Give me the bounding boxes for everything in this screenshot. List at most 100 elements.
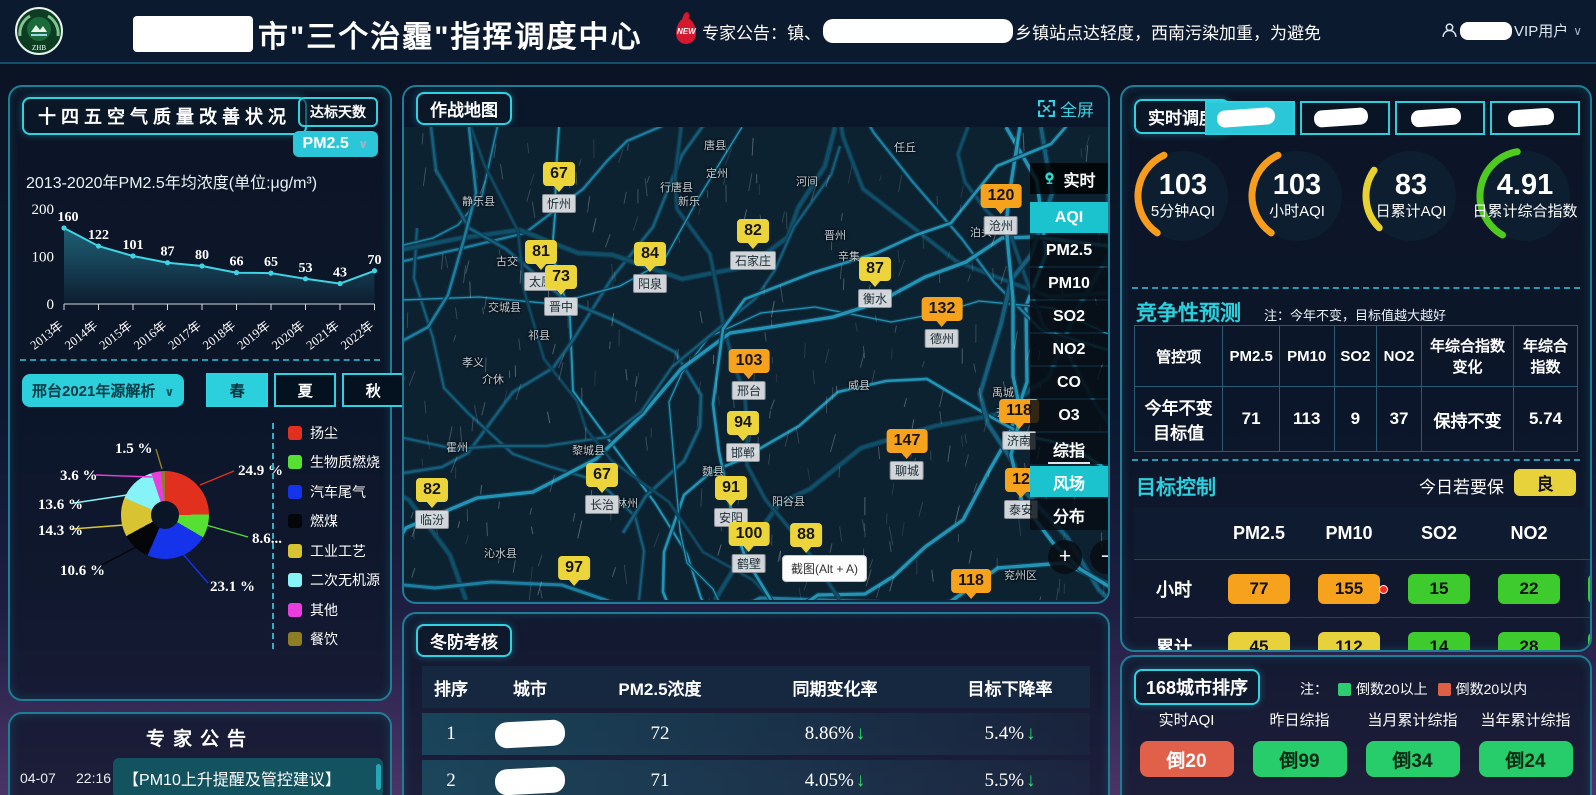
legend-label: 生物质燃烧	[310, 452, 380, 472]
city-name-label: 忻州	[542, 194, 576, 213]
map-place-label: 辛集	[838, 248, 860, 264]
legend-swatch-icon	[288, 573, 302, 587]
table-header-row: 管控项PM2.5PM10SO2NO2年综合指数变化年综合指数	[1135, 326, 1578, 387]
map-place-label: 阳谷县	[772, 493, 805, 509]
city-name-label: 石家庄	[730, 251, 776, 270]
legend-item: 扬尘	[288, 423, 380, 443]
table-row[interactable]: 1728.86%↓5.4%↓	[422, 713, 1090, 755]
zoom-in-button[interactable]: +	[1048, 540, 1082, 574]
city-marker[interactable]: 82石家庄	[730, 219, 776, 270]
svg-text:65: 65	[264, 255, 278, 270]
city-marker[interactable]: 67忻州	[542, 162, 576, 213]
map-menu-item[interactable]: SO2	[1030, 301, 1108, 332]
season-tab[interactable]: 春	[206, 373, 268, 407]
column-header: PM2.5浓度	[580, 675, 740, 700]
city-marker[interactable]: 147聊城	[887, 429, 928, 480]
dispatch-tab[interactable]	[1205, 101, 1295, 135]
announcement-text-2: 乡镇站点达轻度，西南污染加重，为避免	[1015, 19, 1321, 44]
svg-text:0: 0	[47, 297, 55, 313]
city-name-label: 聊城	[890, 461, 924, 480]
city-marker[interactable]: 118	[951, 569, 991, 599]
marker-pointer-icon	[936, 320, 948, 327]
marker-pointer-icon	[555, 288, 567, 295]
map-place-label: 河间	[796, 173, 818, 189]
map-menu-item[interactable]: PM2.5	[1030, 235, 1108, 266]
svg-text:2020年: 2020年	[269, 318, 307, 352]
legend-item: 二次无机源	[288, 570, 380, 590]
city-marker[interactable]: 97	[558, 556, 590, 586]
city-marker[interactable]: 132德州	[922, 297, 963, 348]
city-name-label: 邯郸	[726, 443, 760, 462]
pollutant-pill: 22	[1498, 574, 1560, 604]
dispatch-tab[interactable]	[1395, 101, 1485, 135]
scrollbar-thumb[interactable]	[376, 764, 381, 790]
map-menu-item[interactable]: 风场	[1030, 466, 1108, 497]
map-place-label: 唐县	[704, 137, 726, 153]
svg-text:66: 66	[230, 255, 244, 270]
city-marker[interactable]: 103邢台	[729, 349, 770, 400]
dispatch-tabs	[1200, 101, 1580, 135]
table-row[interactable]: 2714.05%↓5.5%↓	[422, 760, 1090, 795]
pollutant-select[interactable]: PM2.5 ∨	[293, 131, 378, 157]
map-menu-item[interactable]: 分布	[1030, 499, 1108, 530]
column-header: 目标下降率	[930, 675, 1090, 700]
target-control-table: PM2.5PM10SO2NO2CO小时7715515221.4累计4511214…	[1134, 507, 1592, 652]
aqi-badge: 100	[729, 522, 770, 546]
city-marker[interactable]: 87衡水	[858, 257, 892, 308]
divider	[1132, 287, 1580, 289]
grade-badge: 良	[1514, 469, 1576, 496]
standard-days-button[interactable]: 达标天数	[298, 97, 378, 127]
map-menu-item[interactable]: 实时	[1030, 163, 1108, 194]
map-place-label: 祁县	[528, 327, 550, 343]
new-drop-icon: NEW	[676, 18, 696, 44]
svg-text:101: 101	[123, 238, 144, 253]
map-menu-item[interactable]: NO2	[1030, 334, 1108, 365]
redaction	[1216, 107, 1275, 128]
dispatch-tab[interactable]	[1300, 101, 1390, 135]
city-marker[interactable]: 88	[790, 523, 822, 553]
legend-swatch-icon	[288, 544, 302, 558]
panel-title: 十四五空气质量改善状况	[22, 97, 307, 135]
user-menu[interactable]: VIP用户 ∨	[1441, 20, 1582, 41]
city-marker[interactable]: 73晋中	[544, 265, 578, 316]
gauge-label: 5分钟AQI	[1126, 202, 1240, 221]
source-analysis-select[interactable]: 邢台2021年源解析 ∨	[22, 374, 184, 407]
city-marker[interactable]: 120沧州	[981, 184, 1022, 235]
column-header: 排序	[422, 675, 480, 700]
season-tab[interactable]: 秋	[342, 373, 404, 407]
winter-table: 排序城市PM2.5浓度同期变化率目标下降率1728.86%↓5.4%↓2714.…	[422, 666, 1090, 795]
pie-slice-label: 14.3 %	[38, 523, 83, 540]
table-cell: 9	[1334, 387, 1377, 452]
top-header: ZHB 市"三个治霾"指挥调度中心 NEW 专家公告： 镇、 乡镇站点达轻度，西…	[0, 0, 1596, 64]
map-canvas[interactable]: 静乐县古交交城县祁县孝义介休霍州沁水县黎城县林州唐县定州行唐县新乐任丘河间晋州辛…	[404, 127, 1108, 600]
city-marker[interactable]: 100鹤壁	[729, 522, 770, 573]
fullscreen-button[interactable]: 全屏	[1038, 96, 1094, 121]
map-menu-item[interactable]: PM10	[1030, 268, 1108, 299]
map-menu-item[interactable]: O3	[1030, 400, 1108, 431]
ranking-item: 实时AQI倒20	[1130, 711, 1243, 777]
legend-swatch-icon	[288, 485, 302, 499]
down-arrow-icon: ↓	[1026, 770, 1036, 791]
rank-pill: 倒34	[1366, 741, 1460, 777]
city-marker[interactable]: 94邯郸	[726, 411, 760, 462]
city-marker[interactable]: 91安阳	[714, 476, 748, 527]
user-icon	[1441, 22, 1458, 39]
ranking-legend: 注： 倒数20以上倒数20以内	[1300, 679, 1527, 699]
season-tab[interactable]: 夏	[274, 373, 336, 407]
dispatch-tab[interactable]	[1490, 101, 1580, 135]
pie-slice-label: 1.5 %	[115, 441, 153, 458]
announcement-entry[interactable]: 【PM10上升提醒及管控建议】	[113, 758, 383, 795]
city-marker[interactable]: 84阳泉	[633, 242, 667, 293]
map-menu-item[interactable]: AQI	[1030, 202, 1108, 233]
environment-logo-icon: ZHB	[14, 6, 64, 56]
map-menu-item[interactable]: CO	[1030, 367, 1108, 398]
redaction	[1507, 107, 1554, 127]
air-quality-panel: 十四五空气质量改善状况 达标天数 PM2.5 ∨ 2013-2020年PM2.5…	[8, 85, 392, 701]
city-marker[interactable]: 82临汾	[415, 478, 449, 529]
redaction	[1410, 107, 1461, 127]
column-header: 年综合指数	[1514, 326, 1578, 387]
column-header: PM10	[1304, 523, 1394, 544]
city-marker[interactable]: 67长治	[585, 463, 619, 514]
map-menu-item[interactable]: 综指	[1030, 433, 1108, 464]
column-header: NO2	[1484, 523, 1574, 544]
